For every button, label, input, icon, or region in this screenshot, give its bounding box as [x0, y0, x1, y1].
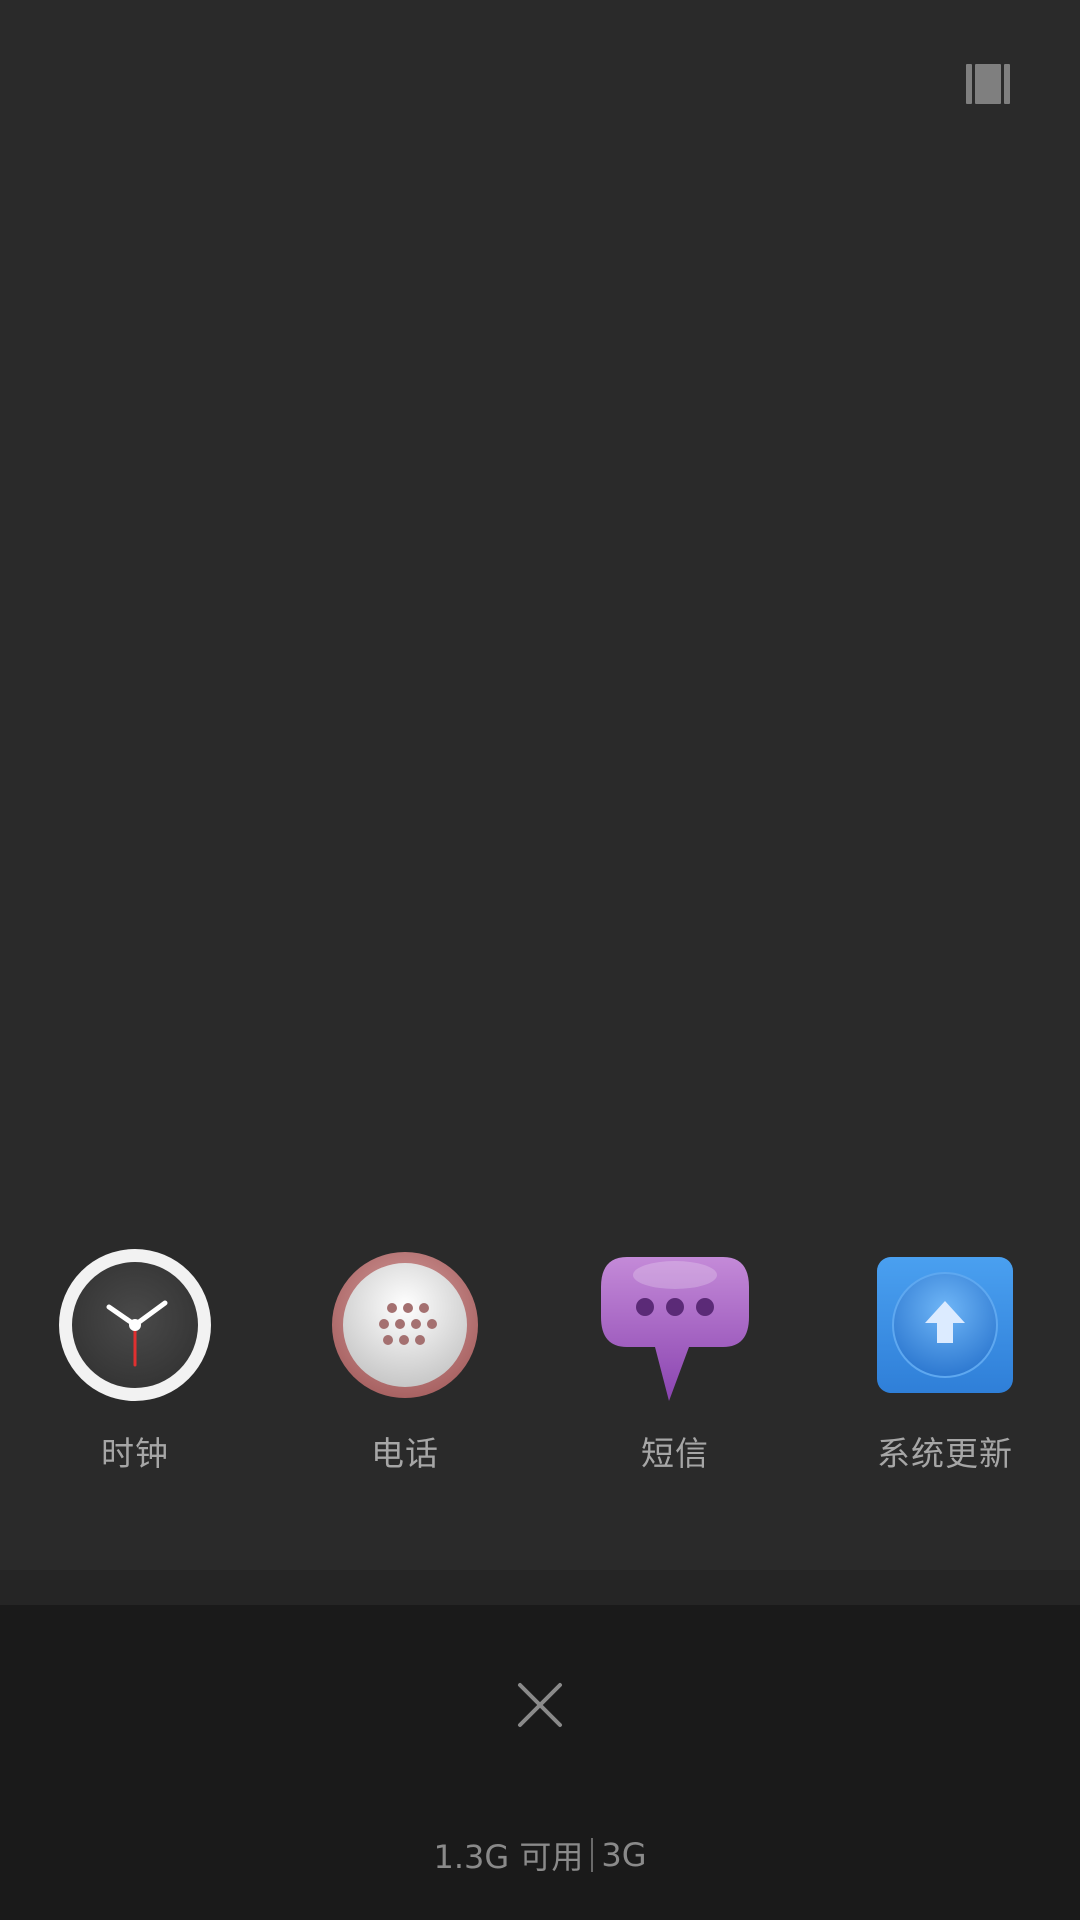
app-label-phone: 电话: [371, 1434, 439, 1473]
grid-view-icon[interactable]: [966, 64, 1012, 104]
system-update-icon: [865, 1245, 1025, 1405]
app-label-messages: 短信: [641, 1434, 709, 1473]
app-label-clock: 时钟: [101, 1434, 169, 1473]
app-messages[interactable]: 短信: [565, 1245, 785, 1485]
app-phone[interactable]: 电话: [295, 1245, 515, 1485]
message-bubble-icon: [595, 1245, 755, 1405]
close-all-button[interactable]: [500, 1665, 580, 1745]
app-clock[interactable]: 时钟: [25, 1245, 245, 1485]
memory-status: 1.3G 可用 3G: [0, 1830, 1080, 1880]
divider-strip: [0, 1570, 1080, 1605]
memory-available: 1.3G 可用: [433, 1838, 584, 1876]
app-row: 时钟 电话 短信 系统更新: [0, 1245, 1080, 1485]
app-label-system-update: 系统更新: [877, 1434, 1013, 1473]
app-system-update[interactable]: 系统更新: [835, 1245, 1055, 1485]
phone-dialpad-icon: [325, 1245, 485, 1405]
close-icon: [518, 1683, 562, 1727]
memory-separator: [591, 1838, 594, 1872]
memory-total: 3G: [601, 1836, 647, 1874]
clock-icon: [55, 1245, 215, 1405]
